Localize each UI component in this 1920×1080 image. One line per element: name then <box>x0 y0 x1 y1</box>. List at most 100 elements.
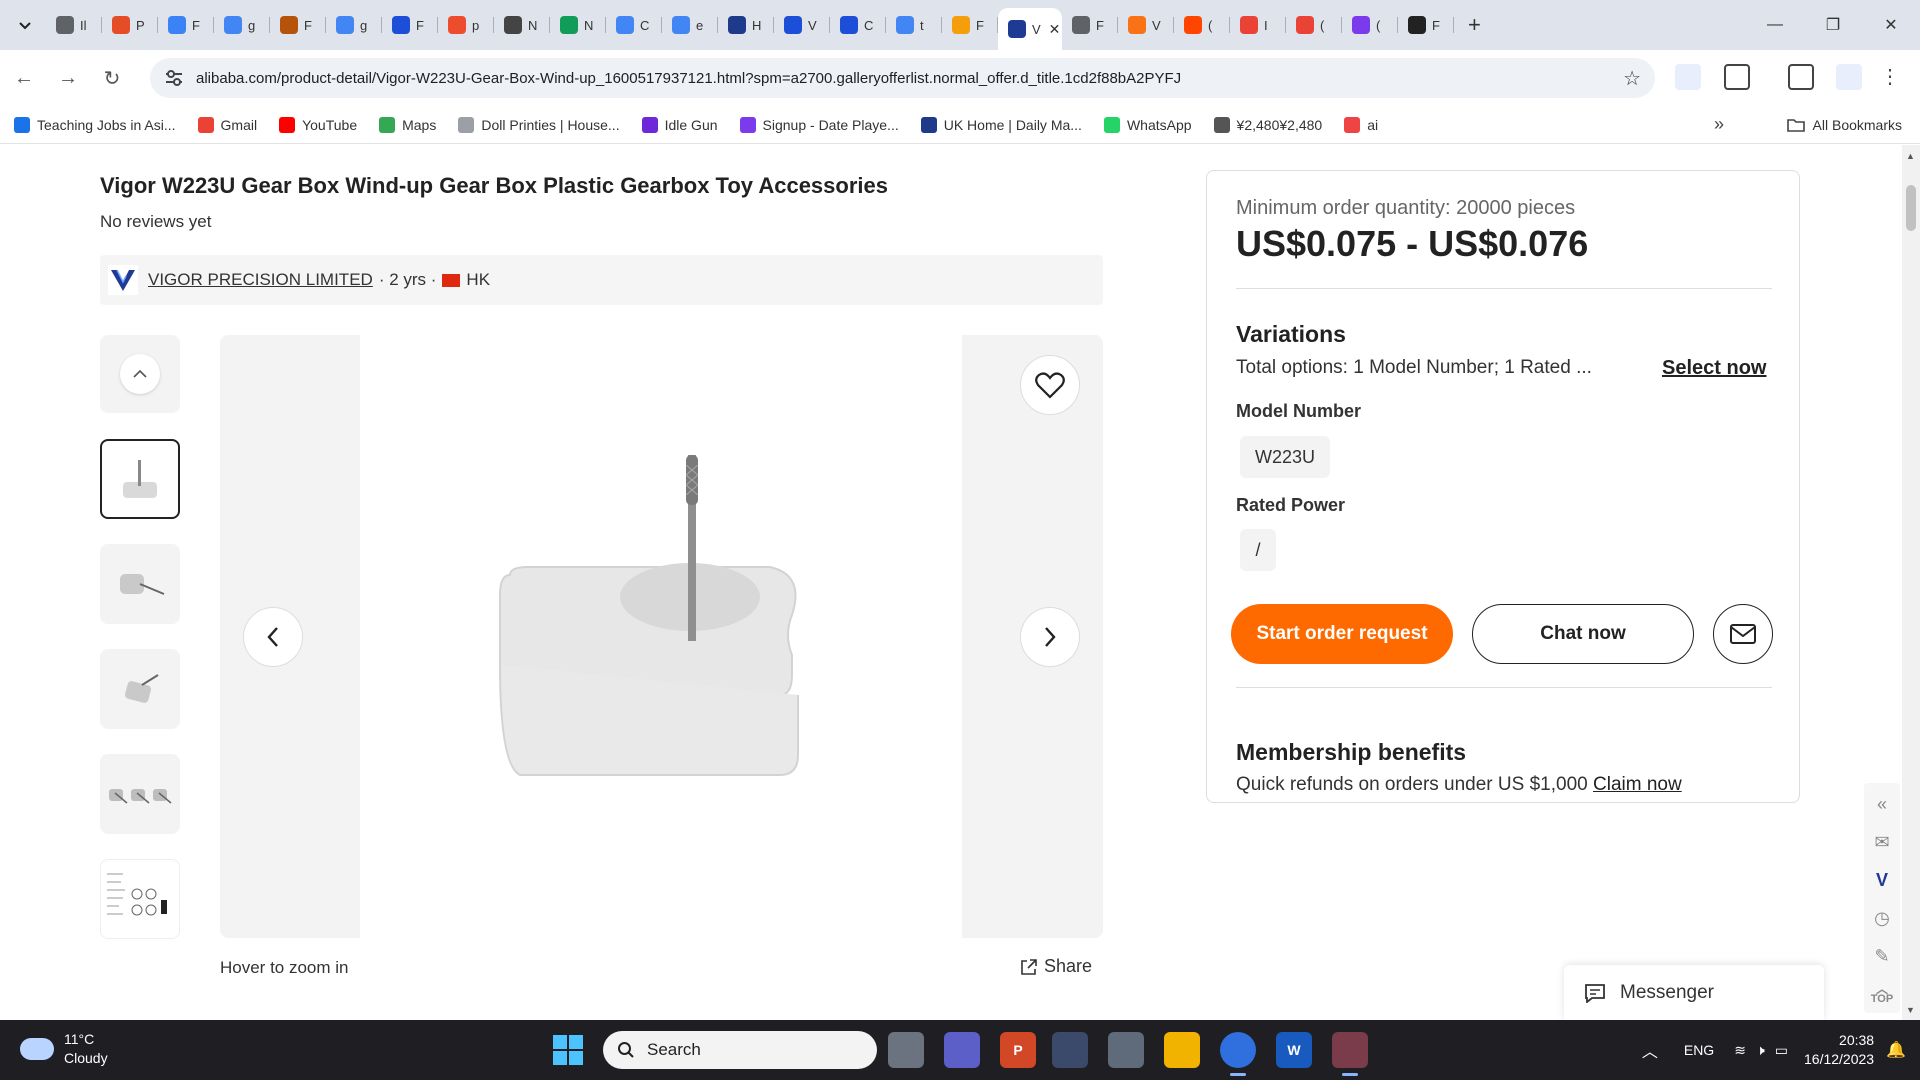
tab-active[interactable]: V ✕ <box>998 8 1062 50</box>
word-icon[interactable]: W <box>1276 1032 1312 1068</box>
mute-speaker-icon[interactable]: 🕨 <box>1756 1042 1765 1059</box>
collapse-double-chevron-icon[interactable]: « <box>1868 789 1896 819</box>
minimize-button[interactable]: — <box>1746 0 1804 50</box>
tab[interactable]: N <box>494 7 550 43</box>
reload-button[interactable]: ↻ <box>92 58 132 98</box>
thumbnail-1[interactable] <box>100 439 180 519</box>
menu-kebab-icon[interactable]: ⋮ <box>1880 64 1906 90</box>
thumbnail-4[interactable] <box>100 754 180 834</box>
tab[interactable]: F <box>942 7 998 43</box>
bookmark-item[interactable]: ¥2,480¥2,480 <box>1213 116 1322 133</box>
bookmark-item[interactable]: WhatsApp <box>1103 116 1192 133</box>
chevron-up-icon[interactable] <box>120 354 160 394</box>
url-text[interactable]: alibaba.com/product-detail/Vigor-W223U-G… <box>196 70 1181 87</box>
chat-now-button[interactable]: Chat now <box>1472 604 1694 664</box>
thumbnail-5[interactable] <box>100 859 180 939</box>
select-now-link[interactable]: Select now <box>1662 357 1766 380</box>
previous-image-button[interactable] <box>243 607 303 667</box>
tab[interactable]: I <box>1230 7 1286 43</box>
tab[interactable]: V <box>774 7 830 43</box>
weather-widget[interactable]: 11°C Cloudy <box>20 1030 108 1068</box>
thumbnail-3[interactable] <box>100 649 180 729</box>
tab[interactable]: F <box>1062 7 1118 43</box>
back-button[interactable]: ← <box>4 58 44 98</box>
tab[interactable]: P <box>102 7 158 43</box>
back-to-top-button[interactable]: ︿ TOP <box>1868 979 1896 1009</box>
bookmark-star-icon[interactable]: ☆ <box>1623 66 1641 91</box>
language-indicator[interactable]: ENG <box>1684 1042 1714 1058</box>
model-number-option[interactable]: W223U <box>1240 436 1330 478</box>
scrollbar-thumb[interactable] <box>1906 185 1916 231</box>
snipping-tool-icon[interactable] <box>1052 1032 1088 1068</box>
next-image-button[interactable] <box>1020 607 1080 667</box>
tab[interactable]: Il <box>46 7 102 43</box>
tab[interactable]: C <box>830 7 886 43</box>
address-bar[interactable]: alibaba.com/product-detail/Vigor-W223U-G… <box>150 58 1655 98</box>
wifi-icon[interactable]: ≋ <box>1734 1042 1746 1059</box>
bookmark-item[interactable]: Teaching Jobs in Asi... <box>14 116 176 133</box>
tab[interactable]: ( <box>1286 7 1342 43</box>
claim-now-link[interactable]: Claim now <box>1593 774 1682 795</box>
bookmark-item[interactable]: YouTube <box>279 116 357 133</box>
product-image-gallery[interactable] <box>220 335 1103 938</box>
tab[interactable]: V <box>1118 7 1174 43</box>
scroll-up-arrow-icon[interactable]: ▲ <box>1906 151 1915 161</box>
control-panel-icon[interactable] <box>1108 1032 1144 1068</box>
vigor-logo-icon[interactable]: V <box>1868 865 1896 895</box>
start-order-request-button[interactable]: Start order request <box>1231 604 1453 664</box>
tab[interactable]: F <box>1398 7 1454 43</box>
translate-extension-icon[interactable] <box>1675 64 1701 90</box>
chrome-icon[interactable] <box>1220 1032 1256 1076</box>
file-explorer-icon[interactable] <box>1164 1032 1200 1068</box>
battery-icon[interactable]: ▭ <box>1775 1042 1788 1059</box>
notification-bell-icon[interactable]: 🔔 <box>1886 1040 1906 1060</box>
tab[interactable]: e <box>662 7 718 43</box>
messenger-button[interactable]: Messenger <box>1564 965 1824 1020</box>
task-view-icon[interactable] <box>888 1032 924 1068</box>
bookmark-item[interactable]: UK Home | Daily Ma... <box>920 116 1082 133</box>
tab[interactable]: ( <box>1174 7 1230 43</box>
bookmark-item[interactable]: ai <box>1344 116 1378 133</box>
restore-button[interactable]: ❐ <box>1804 0 1862 50</box>
feedback-edit-icon[interactable]: ✎ <box>1868 941 1896 971</box>
extensions-puzzle-icon[interactable] <box>1724 64 1750 90</box>
close-window-button[interactable]: ✕ <box>1862 0 1920 50</box>
tab[interactable]: N <box>550 7 606 43</box>
new-tab-button[interactable]: + <box>1468 12 1481 38</box>
system-clock[interactable]: 20:38 16/12/2023 <box>1804 1031 1874 1069</box>
close-tab-icon[interactable]: ✕ <box>1049 21 1061 38</box>
rated-power-option[interactable]: / <box>1240 529 1276 571</box>
start-button[interactable] <box>553 1035 583 1065</box>
scroll-down-arrow-icon[interactable]: ▼ <box>1906 1005 1915 1015</box>
teams-icon[interactable] <box>944 1032 980 1068</box>
bookmark-item[interactable]: Signup - Date Playe... <box>739 116 899 133</box>
page-scrollbar[interactable]: ▲ ▼ <box>1902 145 1920 1020</box>
powerpoint-icon[interactable]: P <box>1000 1032 1036 1068</box>
contact-mail-button[interactable] <box>1713 604 1773 664</box>
tab[interactable]: g <box>326 7 382 43</box>
supplier-name-link[interactable]: VIGOR PRECISION LIMITED <box>148 270 373 290</box>
side-panel-icon[interactable] <box>1788 64 1814 90</box>
profile-extension-icon[interactable] <box>1836 64 1862 90</box>
tab[interactable]: g <box>214 7 270 43</box>
anime-app-icon[interactable] <box>1332 1032 1368 1076</box>
history-clock-icon[interactable]: ◷ <box>1868 903 1896 933</box>
tab[interactable]: F <box>382 7 438 43</box>
thumbnail-2[interactable] <box>100 544 180 624</box>
more-bookmarks-chevron-icon[interactable]: » <box>1714 114 1724 135</box>
message-icon[interactable]: ✉ <box>1868 827 1896 857</box>
tab[interactable]: F <box>158 7 214 43</box>
tab-search-button[interactable] <box>8 8 42 42</box>
bookmark-item[interactable]: Doll Printies | House... <box>458 116 620 133</box>
thumbnail-scroll-up[interactable] <box>100 335 180 413</box>
tab[interactable]: F <box>270 7 326 43</box>
site-info-icon[interactable] <box>164 69 184 87</box>
chevron-up-icon[interactable]: ︿ <box>1642 1038 1658 1062</box>
bookmark-item[interactable]: Gmail <box>197 116 257 133</box>
forward-button[interactable]: → <box>48 58 88 98</box>
bookmark-item[interactable]: Idle Gun <box>641 116 718 133</box>
all-bookmarks-button[interactable]: All Bookmarks <box>1786 117 1902 133</box>
tab[interactable]: C <box>606 7 662 43</box>
tab[interactable]: p <box>438 7 494 43</box>
tab[interactable]: H <box>718 7 774 43</box>
